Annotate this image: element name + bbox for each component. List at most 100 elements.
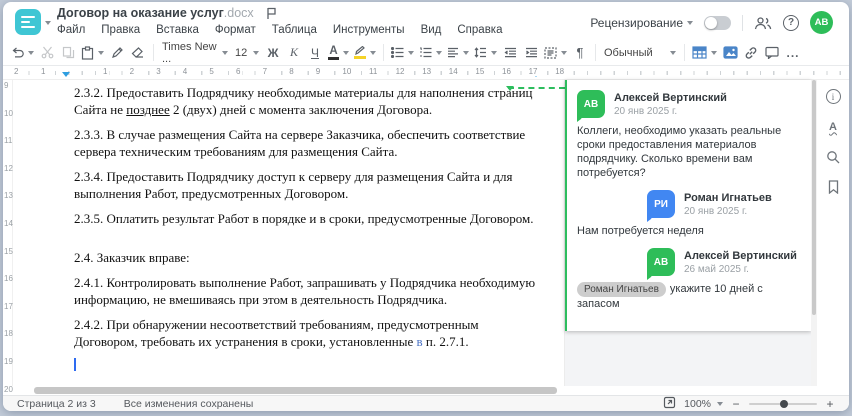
comment-thread-card[interactable]: АВ Алексей Вертинский 20 янв 2025 г. Коллег… xyxy=(565,80,811,331)
copy-button[interactable] xyxy=(58,42,78,63)
comment-text: Роман Игнатьев укажите 10 дней с запасом xyxy=(577,282,801,311)
spellcheck-icon[interactable]: А xyxy=(825,118,842,135)
numbered-list-button[interactable] xyxy=(417,42,444,63)
app-logo-icon[interactable] xyxy=(15,9,41,35)
paste-button[interactable] xyxy=(79,42,106,63)
user-avatar[interactable]: АВ xyxy=(810,11,833,34)
show-formatting-marks-button[interactable]: ¶ xyxy=(570,42,590,63)
ruler-number: 1 xyxy=(101,67,110,76)
bookmark-icon[interactable] xyxy=(825,178,842,195)
insert-comment-button[interactable] xyxy=(762,42,782,63)
font-name-select[interactable]: Times New ... xyxy=(159,41,231,65)
line-spacing-caret-icon[interactable] xyxy=(491,51,497,58)
doc-paragraph[interactable]: 2.3.3. В случае размещения Сайта на серв… xyxy=(74,126,544,160)
borders-caret-icon[interactable] xyxy=(561,51,567,58)
mention-badge[interactable]: Роман Игнатьев xyxy=(577,282,666,297)
table-caret-icon[interactable] xyxy=(711,51,717,58)
zoom-select[interactable]: 100% xyxy=(684,398,723,410)
zoom-in-button[interactable]: + xyxy=(825,397,835,411)
italic-button[interactable]: К xyxy=(284,42,304,63)
fit-to-page-icon[interactable] xyxy=(663,396,676,412)
menu-item[interactable]: Таблица xyxy=(272,24,317,36)
insert-link-button[interactable] xyxy=(741,42,761,63)
comments-panel: АВ Алексей Вертинский 20 янв 2025 г. Коллег… xyxy=(565,80,811,386)
horizontal-scrollbar-thumb[interactable] xyxy=(34,387,557,394)
search-icon[interactable] xyxy=(825,148,842,165)
zoom-out-button[interactable]: − xyxy=(731,397,741,411)
review-mode-button[interactable]: Рецензирование xyxy=(590,16,693,30)
comment-text: Нам потребуется неделя xyxy=(577,224,801,238)
menu-item[interactable]: Инструменты xyxy=(333,24,405,36)
doc-paragraph[interactable]: 2.3.2. Предоставить Подрядчику необходим… xyxy=(74,84,544,118)
align-caret-icon[interactable] xyxy=(463,51,469,58)
logo-caret-icon[interactable] xyxy=(45,20,51,28)
chevron-down-icon xyxy=(222,51,228,58)
undo-caret-icon[interactable] xyxy=(28,51,34,58)
users-icon[interactable] xyxy=(754,14,772,32)
vertical-ruler[interactable]: 9 10 11 12 13 14 15 16 17 18 19 20 xyxy=(3,80,13,394)
zoom-slider[interactable] xyxy=(749,399,817,408)
horizontal-scrollbar[interactable] xyxy=(3,386,849,395)
decrease-indent-button[interactable] xyxy=(500,42,520,63)
bullet-list-caret-icon[interactable] xyxy=(408,51,414,58)
document-page[interactable]: 2.3.2. Предоставить Подрядчику необходим… xyxy=(13,80,565,386)
paragraph-borders-button[interactable] xyxy=(542,42,569,63)
font-color-button[interactable]: А xyxy=(326,42,351,63)
favorite-flag-icon[interactable] xyxy=(266,7,277,20)
comment-reply-header: РИ Роман Игнатьев 20 янв 2025 г. xyxy=(647,190,801,222)
doc-paragraph[interactable]: 2.3.4. Предоставить Подрядчику доступ к … xyxy=(74,168,544,202)
clear-style-button[interactable] xyxy=(128,42,148,63)
menu-item[interactable]: Справка xyxy=(457,24,502,36)
menu-item[interactable]: Файл xyxy=(57,24,85,36)
ruler-number: 9 xyxy=(4,81,9,90)
ruler-number: 7 xyxy=(260,67,270,76)
paragraph-style-select[interactable]: Обычный xyxy=(601,43,679,63)
format-painter-button[interactable] xyxy=(107,42,127,63)
menu-item[interactable]: Формат xyxy=(215,24,256,36)
text-cursor xyxy=(74,358,76,371)
review-toggle[interactable] xyxy=(704,15,731,30)
underline-button[interactable]: Ч xyxy=(305,42,325,63)
horizontal-ruler[interactable]: 2 1 1 2 3 4 5 6 7 8 9 10 11 12 13 14 15 16 17 18 xyxy=(3,66,849,80)
menu-bar: Файл Правка Вставка Формат Таблица Инструмент… xyxy=(57,24,503,36)
paste-caret-icon[interactable] xyxy=(98,51,104,58)
ruler-number: 14 xyxy=(4,219,13,228)
toolbar-divider xyxy=(383,44,384,61)
zoom-slider-handle[interactable] xyxy=(780,399,788,408)
font-color-caret-icon[interactable] xyxy=(343,51,349,58)
doc-paragraph[interactable]: 2.4.1. Контролировать выполнение Работ, … xyxy=(74,274,544,308)
document-info-icon[interactable]: i xyxy=(825,88,842,105)
menu-item[interactable]: Вид xyxy=(421,24,442,36)
font-size-select[interactable]: 12 xyxy=(232,43,262,63)
insert-image-button[interactable] xyxy=(720,42,740,63)
insert-table-button[interactable] xyxy=(690,42,719,63)
doc-paragraph[interactable]: 2.4.2. При обнаружении несоответствий тр… xyxy=(74,316,544,350)
chevron-down-icon xyxy=(687,21,693,28)
toolbar-divider xyxy=(684,44,685,61)
ruler-number: 12 xyxy=(4,163,13,173)
menu-item[interactable]: Правка xyxy=(101,24,140,36)
doc-paragraph[interactable]: 2.3.5. Оплатить результат Работ в порядк… xyxy=(74,210,544,227)
increase-indent-button[interactable] xyxy=(521,42,541,63)
doc-paragraph[interactable]: 2.4. Заказчик вправе: xyxy=(74,249,544,266)
first-line-indent-marker[interactable] xyxy=(64,67,72,71)
highlight-color-button[interactable] xyxy=(352,42,378,63)
more-tools-button[interactable]: ... xyxy=(783,42,803,63)
numbered-list-caret-icon[interactable] xyxy=(436,51,442,58)
help-icon[interactable]: ? xyxy=(783,14,799,31)
line-spacing-button[interactable] xyxy=(472,42,499,63)
menu-item[interactable]: Вставка xyxy=(156,24,199,36)
bold-button[interactable]: Ж xyxy=(263,42,283,63)
vertical-scrollbar-thumb[interactable] xyxy=(812,80,816,315)
highlight-caret-icon[interactable] xyxy=(370,51,376,58)
undo-button[interactable] xyxy=(9,42,36,63)
ruler-number: 6 xyxy=(234,67,243,76)
doc-text: п. 2.7.1. xyxy=(422,334,469,349)
chevron-down-icon xyxy=(717,402,723,409)
page-counter[interactable]: Страница 2 из 3 xyxy=(17,398,96,410)
bullet-list-button[interactable] xyxy=(389,42,416,63)
cut-button[interactable] xyxy=(37,42,57,63)
align-button[interactable] xyxy=(445,42,471,63)
ruler-number: 8 xyxy=(287,67,296,76)
ruler-number: 11 xyxy=(4,136,13,146)
